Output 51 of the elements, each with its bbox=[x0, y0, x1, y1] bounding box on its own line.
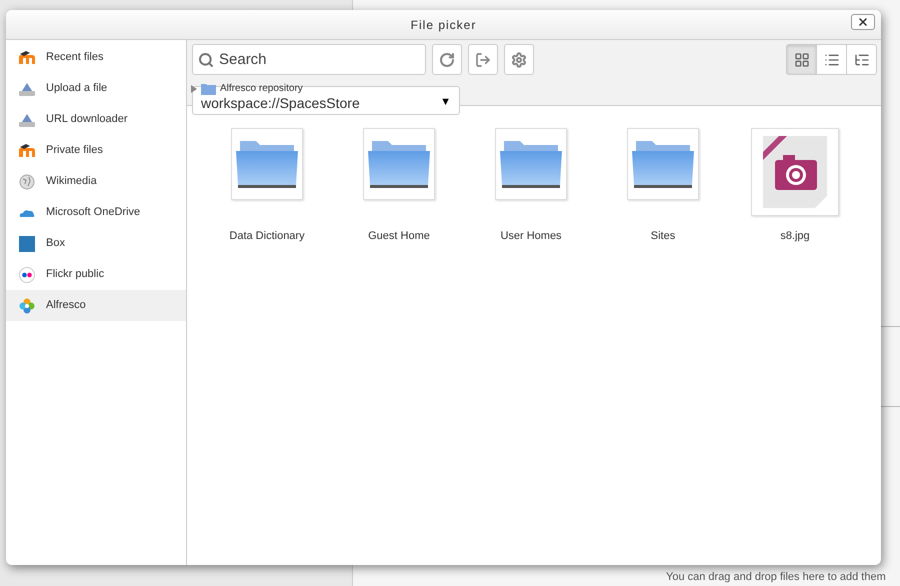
refresh-icon bbox=[439, 52, 455, 68]
settings-icon bbox=[511, 52, 527, 68]
view-mode-button[interactable] bbox=[816, 44, 847, 75]
sidebar-item[interactable]: Microsoft OneDrive bbox=[6, 197, 186, 228]
sidebar-item[interactable]: Wikimedia bbox=[6, 166, 186, 197]
flower-logo-icon bbox=[19, 298, 35, 314]
view-mode-button[interactable] bbox=[786, 44, 817, 75]
expand-arrow-icon[interactable] bbox=[191, 85, 197, 93]
mortarboard-logo-icon bbox=[18, 50, 36, 64]
sidebar-item[interactable]: Upload a file bbox=[6, 73, 186, 104]
file-name: User Homes bbox=[500, 229, 562, 244]
box-logo-icon bbox=[19, 236, 35, 252]
folder-icon bbox=[201, 83, 216, 95]
sidebar-item[interactable]: Box bbox=[6, 228, 186, 259]
logout-icon bbox=[475, 52, 491, 68]
logout-button[interactable] bbox=[468, 44, 498, 75]
tree-view-icon bbox=[854, 52, 870, 68]
file-item[interactable]: Guest Home bbox=[333, 128, 465, 244]
file-name: Guest Home bbox=[368, 229, 430, 244]
close-button[interactable] bbox=[851, 14, 875, 30]
list-view-icon bbox=[824, 52, 840, 68]
mortarboard-logo-icon bbox=[18, 144, 36, 158]
view-mode-button[interactable] bbox=[846, 44, 877, 75]
dialog-title: File picker bbox=[410, 16, 476, 34]
file-name: Data Dictionary bbox=[229, 229, 305, 244]
two-dots-icon bbox=[19, 266, 35, 282]
settings-button[interactable] bbox=[504, 44, 534, 75]
file-item[interactable]: Sites bbox=[597, 128, 729, 244]
search-icon bbox=[198, 52, 214, 68]
file-name: Sites bbox=[650, 229, 676, 244]
refresh-button[interactable] bbox=[432, 44, 462, 75]
breadcrumb-label[interactable]: Alfresco repository bbox=[220, 84, 303, 94]
tray-arrow-icon bbox=[18, 80, 36, 96]
sidebar-item[interactable]: Recent files bbox=[6, 42, 186, 73]
folder-thumbnail bbox=[627, 128, 699, 200]
grid-view-icon bbox=[794, 52, 810, 68]
folder-thumbnail bbox=[363, 128, 435, 200]
tray-arrow-icon bbox=[18, 112, 36, 128]
file-item[interactable]: User Homes bbox=[465, 128, 597, 244]
drag-drop-hint: You can drag and drop files here to add them bbox=[666, 571, 886, 584]
sidebar-item[interactable]: URL downloader bbox=[6, 104, 186, 135]
file-item[interactable]: s8.jpg bbox=[729, 128, 861, 244]
folder-thumbnail bbox=[495, 128, 567, 200]
file-name: s8.jpg bbox=[780, 229, 810, 244]
sidebar-item[interactable]: Alfresco bbox=[6, 290, 186, 321]
search-field[interactable]: Search bbox=[192, 44, 426, 75]
close-icon bbox=[857, 16, 869, 28]
sidebar-item[interactable]: Private files bbox=[6, 135, 186, 166]
file-item[interactable]: Data Dictionary bbox=[201, 128, 333, 244]
sidebar-item[interactable]: Flickr public bbox=[6, 259, 186, 290]
folder-thumbnail bbox=[231, 128, 303, 200]
